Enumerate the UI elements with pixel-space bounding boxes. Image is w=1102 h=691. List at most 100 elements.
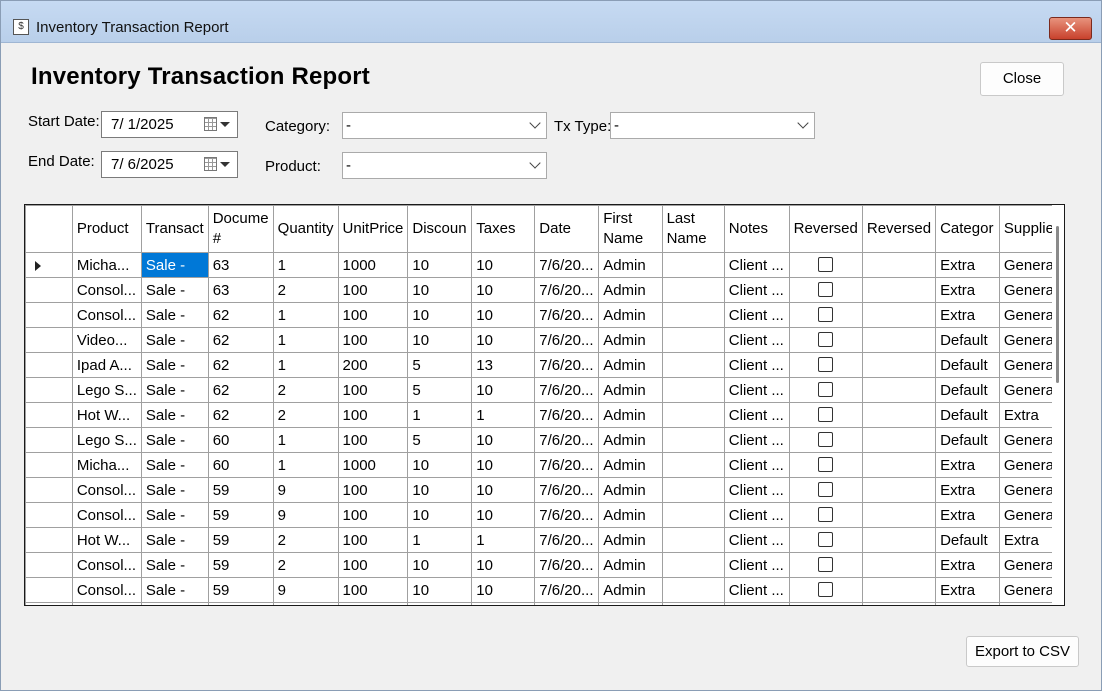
table-cell[interactable] [407, 602, 473, 605]
reversed-cell[interactable] [788, 277, 863, 303]
table-cell[interactable] [71, 602, 142, 605]
table-cell[interactable] [661, 352, 725, 378]
table-cell[interactable]: Admin [598, 577, 663, 603]
table-cell[interactable]: Admin [598, 377, 663, 403]
table-row[interactable]: Hot W... Sale -59 2 100 1 1 7/6/20... Admin Clie… [25, 527, 1064, 553]
reversed-cell[interactable] [788, 577, 863, 603]
chevron-down-icon[interactable] [797, 117, 809, 129]
table-cell[interactable]: Default [935, 352, 1000, 378]
table-cell[interactable]: Sale - [140, 302, 209, 328]
table-cell[interactable]: 62 [207, 402, 274, 428]
table-cell[interactable]: Client ... [723, 552, 790, 578]
column-header[interactable]: Reversed [788, 205, 863, 253]
table-cell[interactable] [861, 352, 937, 378]
table-cell[interactable]: Client ... [723, 477, 790, 503]
table-cell[interactable]: 2 [272, 377, 339, 403]
table-cell[interactable] [661, 452, 725, 478]
column-header[interactable]: UnitPrice [337, 205, 409, 253]
table-cell[interactable]: Admin [598, 502, 663, 528]
table-cell[interactable] [861, 252, 937, 278]
row-header[interactable] [25, 352, 73, 378]
table-cell[interactable]: Client ... [723, 502, 790, 528]
row-header[interactable] [25, 602, 73, 605]
table-cell[interactable]: Sale - [140, 252, 209, 278]
table-cell[interactable]: 100 [337, 427, 409, 453]
table-cell[interactable]: Default [935, 427, 1000, 453]
reversed-checkbox[interactable] [818, 406, 834, 422]
table-cell[interactable]: Extra [935, 252, 1000, 278]
table-cell[interactable] [140, 602, 209, 605]
table-cell[interactable]: 62 [207, 377, 274, 403]
table-row[interactable]: Ipad A... Sale -62 1 200 5 13 7/6/20... Admin Cl… [25, 352, 1064, 378]
table-cell[interactable]: Sale - [140, 477, 209, 503]
row-header[interactable] [25, 552, 73, 578]
start-date-picker[interactable]: 7/ 1/2025 [101, 111, 238, 138]
reversed-cell[interactable] [788, 302, 863, 328]
row-header[interactable] [25, 277, 73, 303]
table-cell[interactable]: 10 [407, 302, 473, 328]
table-cell[interactable]: 1 [272, 302, 339, 328]
table-cell[interactable]: 2 [272, 277, 339, 303]
table-cell[interactable]: 2 [272, 402, 339, 428]
table-cell[interactable] [598, 602, 663, 605]
table-cell[interactable]: 100 [337, 327, 409, 353]
table-cell[interactable]: Client ... [723, 452, 790, 478]
reversed-checkbox[interactable] [818, 281, 834, 297]
table-cell[interactable] [272, 602, 339, 605]
table-cell[interactable]: 1000 [337, 452, 409, 478]
reversed-cell[interactable] [788, 427, 863, 453]
table-cell[interactable]: 63 [207, 252, 274, 278]
table-cell[interactable]: Admin [598, 427, 663, 453]
table-cell[interactable]: 1 [471, 402, 536, 428]
calendar-icon[interactable] [204, 117, 217, 131]
table-cell[interactable]: Sale - [140, 327, 209, 353]
table-cell[interactable]: 7/6/20... [534, 452, 600, 478]
table-row[interactable]: Consol... Sale -62 1 100 10 10 7/6/20... Admin C… [25, 302, 1064, 328]
table-cell[interactable] [861, 602, 937, 605]
table-cell[interactable]: 62 [207, 352, 274, 378]
table-cell[interactable] [661, 377, 725, 403]
end-date-picker[interactable]: 7/ 6/2025 [101, 151, 238, 178]
table-row[interactable]: Lego S... Sale -62 2 100 5 10 7/6/20... Admin Cl… [25, 377, 1064, 403]
table-cell[interactable]: Extra [935, 552, 1000, 578]
reversed-cell[interactable] [788, 477, 863, 503]
table-cell[interactable]: 62 [207, 327, 274, 353]
table-cell[interactable]: Default [935, 327, 1000, 353]
table-cell[interactable]: 100 [337, 477, 409, 503]
table-cell[interactable]: Sale - [140, 352, 209, 378]
row-header[interactable] [25, 427, 73, 453]
table-cell[interactable]: 10 [407, 477, 473, 503]
table-cell[interactable] [861, 502, 937, 528]
table-cell[interactable]: 7/6/20... [534, 352, 600, 378]
table-row[interactable]: Consol... Sale -59 9 100 10 10 7/6/20... Admin C… [25, 477, 1064, 503]
table-cell[interactable]: 10 [471, 552, 536, 578]
table-cell[interactable]: Micha... [71, 252, 142, 278]
reversed-cell[interactable] [788, 402, 863, 428]
table-cell[interactable]: 1 [272, 452, 339, 478]
table-cell[interactable]: 100 [337, 402, 409, 428]
table-cell[interactable]: 1 [272, 352, 339, 378]
column-header[interactable]: Quantity [272, 205, 339, 253]
table-cell[interactable] [861, 452, 937, 478]
column-header[interactable]: Reversed [861, 205, 937, 253]
table-cell[interactable]: 60 [207, 452, 274, 478]
table-cell[interactable]: Extra [935, 502, 1000, 528]
row-header[interactable] [25, 402, 73, 428]
table-cell[interactable]: Extra [935, 277, 1000, 303]
table-row[interactable]: Hot W... Sale -62 2 100 1 1 7/6/20... Admin Clie… [25, 402, 1064, 428]
table-cell[interactable] [861, 327, 937, 353]
reversed-checkbox[interactable] [818, 481, 834, 497]
table-cell[interactable]: 13 [471, 352, 536, 378]
table-cell[interactable]: 7/6/20... [534, 327, 600, 353]
column-header[interactable]: Taxes [471, 205, 536, 253]
table-cell[interactable]: Client ... [723, 252, 790, 278]
table-cell[interactable]: Default [935, 377, 1000, 403]
table-cell[interactable]: 5 [407, 377, 473, 403]
reversed-checkbox[interactable] [818, 331, 834, 347]
row-header[interactable] [25, 377, 73, 403]
table-cell[interactable]: Extra [935, 477, 1000, 503]
table-cell[interactable] [861, 552, 937, 578]
table-cell[interactable]: 1 [471, 527, 536, 553]
table-cell[interactable]: 7/6/20... [534, 302, 600, 328]
table-cell[interactable] [207, 602, 274, 605]
